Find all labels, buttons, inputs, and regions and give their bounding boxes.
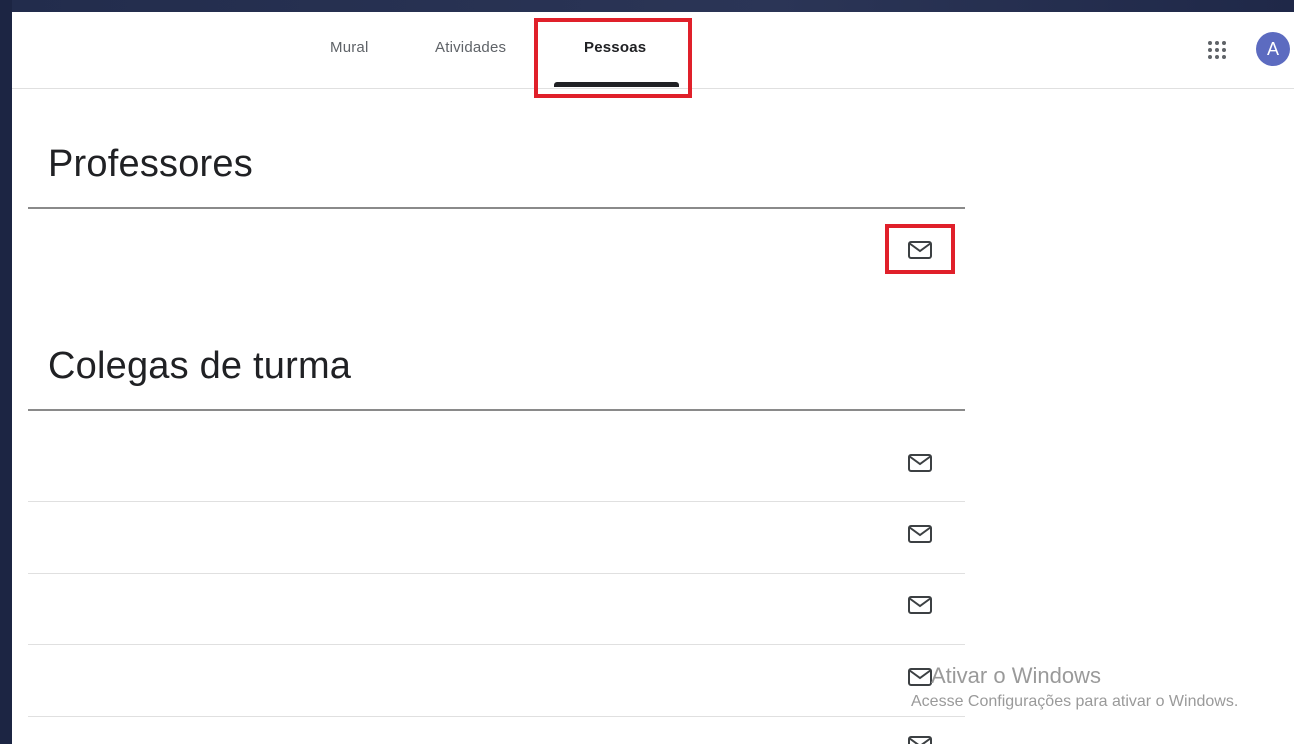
classmate-email-button[interactable] <box>906 734 934 744</box>
windows-activation-subtitle: Acesse Configurações para ativar o Windo… <box>911 693 1239 710</box>
desktop-background-left <box>0 0 12 744</box>
section-divider <box>28 207 965 209</box>
tab-atividades[interactable]: Atividades <box>435 12 506 88</box>
section-title-professores: Professores <box>48 143 253 185</box>
classmate-email-button[interactable] <box>906 452 934 474</box>
account-avatar[interactable]: A <box>1256 32 1290 66</box>
classroom-window: Mural Atividades Pessoas A Professores C… <box>12 12 1294 744</box>
mail-icon <box>908 736 932 744</box>
windows-activation-title: Ativar o Windows <box>931 663 1101 688</box>
classmate-email-button[interactable] <box>906 666 934 688</box>
mail-icon <box>908 454 932 472</box>
mail-icon <box>908 668 932 686</box>
desktop-background-top <box>0 0 1294 12</box>
mail-icon <box>908 525 932 543</box>
apps-grid-icon[interactable] <box>1205 38 1229 62</box>
mail-icon <box>908 596 932 614</box>
section-title-colegas: Colegas de turma <box>48 345 352 387</box>
list-row-divider <box>28 644 965 645</box>
list-row-divider <box>28 716 965 717</box>
list-row-divider <box>28 573 965 574</box>
classmate-email-button[interactable] <box>906 594 934 616</box>
section-divider <box>28 409 965 411</box>
highlight-box-pessoas-tab <box>534 18 692 98</box>
highlight-box-teacher-email <box>885 224 955 274</box>
list-row-divider <box>28 501 965 502</box>
classmate-email-button[interactable] <box>906 523 934 545</box>
tab-mural[interactable]: Mural <box>330 12 369 88</box>
